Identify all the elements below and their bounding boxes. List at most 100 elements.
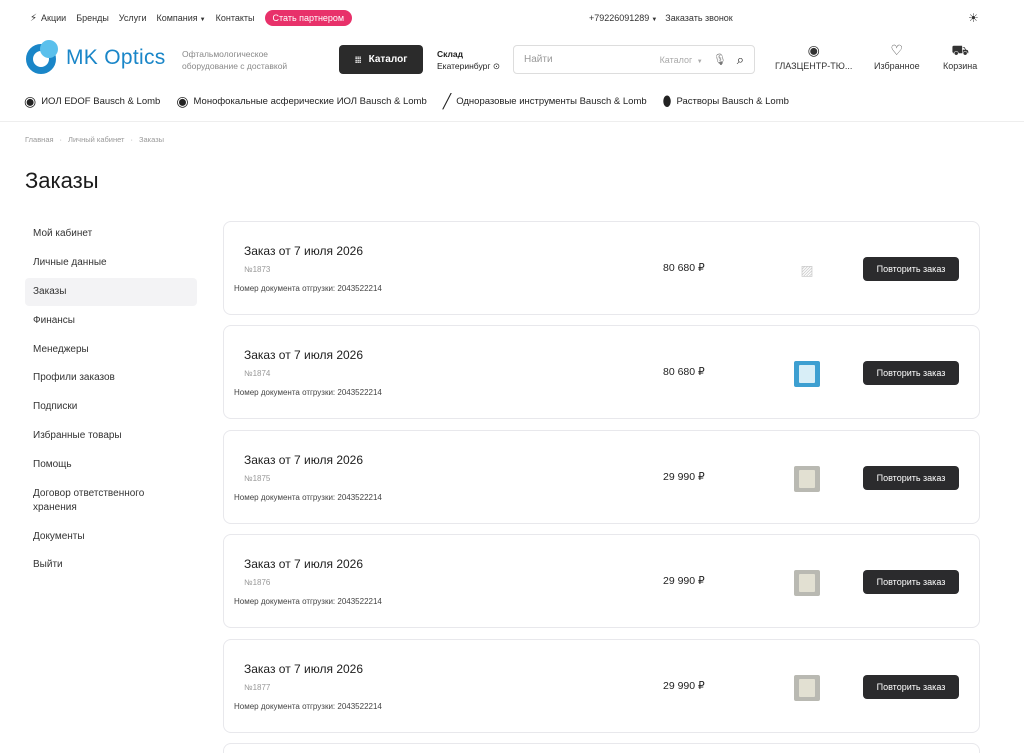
account-link[interactable]: ◉ ГЛАЗЦЕНТР-ТЮ... [775, 42, 852, 71]
theme-sun-icon[interactable]: ☀ [968, 11, 979, 25]
product-thumbnail [794, 675, 820, 701]
order-title: Заказ от 7 июля 2026 [244, 453, 364, 467]
sidebar-item-storage-contract[interactable]: Договор ответственного хранения [25, 479, 197, 522]
grid-icon: ⁞⁞⁞ [354, 54, 362, 65]
nav-services[interactable]: Услуги [119, 13, 147, 23]
order-sum: 29 990 ₽ [663, 680, 705, 692]
order-title: Заказ от 7 июля 2026 [244, 244, 364, 258]
lightning-icon: ⚡ [30, 12, 38, 24]
warehouse-city: Екатеринбург [437, 61, 491, 71]
scalpel-icon: ╱ [442, 93, 452, 109]
category-link[interactable]: ╱ Одноразовые инструменты Bausch & Lomb [443, 93, 647, 110]
order-shipment-doc: Номер документа отгрузки: 2043522214 [234, 702, 382, 711]
order-card[interactable]: Заказ от 7 июля 2026 №1874 Номер докумен… [223, 325, 980, 419]
logo-mark-icon [26, 40, 62, 76]
order-number: №1874 [244, 369, 271, 378]
search-scope-select[interactable]: Каталог ▼ [660, 55, 703, 65]
top-bar: ⚡ Акции Бренды Услуги Компания ▼ Контакты… [0, 0, 1024, 36]
order-number: №1875 [244, 474, 271, 483]
sidebar-item-orders[interactable]: Заказы [25, 277, 197, 307]
sidebar-item-logout[interactable]: Выйти [25, 551, 197, 580]
repeat-order-button[interactable]: Повторить заказ [863, 466, 959, 490]
sidebar-item-favorites[interactable]: Избранные товары [25, 422, 197, 451]
image-placeholder-icon: ▨ [800, 261, 814, 278]
search-icon[interactable]: ⌕ [737, 52, 744, 68]
order-card[interactable]: Заказ от 7 июля 2026 №1875 Номер докумен… [223, 430, 980, 524]
sidebar-item-managers[interactable]: Менеджеры [25, 335, 197, 364]
account-label: ГЛАЗЦЕНТР-ТЮ... [775, 61, 853, 71]
account-sidebar: Мой кабинет Личные данные Заказы Финансы… [25, 220, 197, 580]
order-number: №1876 [244, 578, 271, 587]
tagline: Офтальмологическое оборудование с достав… [182, 49, 288, 71]
nav-promo[interactable]: Акции [41, 13, 66, 23]
cart-label: Корзина [943, 61, 978, 71]
page-title: Заказы [25, 168, 99, 193]
breadcrumb-home[interactable]: Главная [25, 135, 54, 144]
order-title: Заказ от 7 июля 2026 [244, 557, 364, 571]
category-link[interactable]: ◉ Монофокальные асферические ИОЛ Bausch &… [176, 93, 426, 110]
product-thumbnail [794, 361, 820, 387]
callback-link[interactable]: Заказать звонок [665, 13, 732, 23]
catalog-button[interactable]: ⁞⁞⁞ Каталог [339, 45, 423, 74]
nav-company[interactable]: Компания ▼ [156, 13, 205, 23]
sidebar-item-documents[interactable]: Документы [25, 522, 197, 551]
order-sum: 29 990 ₽ [663, 471, 705, 483]
chevron-circle-icon: ⊙ [492, 61, 500, 71]
drop-icon: ⬮ [662, 93, 672, 109]
category-label: Одноразовые инструменты Bausch & Lomb [456, 96, 647, 107]
nav-brands[interactable]: Бренды [76, 13, 109, 23]
logo-text: MK Optics [66, 46, 166, 69]
search-bar[interactable]: Найти Каталог ▼ 🎙︎ ⌕ [513, 45, 755, 74]
order-sum: 29 990 ₽ [663, 575, 705, 587]
warehouse-title: Склад [437, 49, 464, 59]
category-row: ◉ ИОЛ EDOF Bausch & Lomb ◉ Монофокальные а… [24, 93, 789, 110]
nav-company-label: Компания [156, 13, 198, 23]
phone-number-text: +79226091289 [589, 13, 650, 23]
breadcrumb: Главная · Личный кабинет · Заказы [25, 135, 164, 144]
cart-icon: ⛟ [951, 42, 969, 58]
order-sum: 80 680 ₽ [663, 366, 705, 378]
eye-icon: ◉ [176, 93, 189, 109]
favorites-link[interactable]: ♡ Избранное [874, 42, 920, 71]
product-thumbnail [794, 570, 820, 596]
eye-icon: ◉ [24, 93, 37, 109]
warehouse-selector[interactable]: Склад Екатеринбург ⊙ [437, 48, 500, 72]
sidebar-item-finance[interactable]: Финансы [25, 306, 197, 335]
sidebar-item-help[interactable]: Помощь [25, 450, 197, 479]
phone-block: +79226091289 ▼ Заказать звонок [589, 13, 733, 23]
repeat-order-button[interactable]: Повторить заказ [863, 675, 959, 699]
sidebar-item-order-profiles[interactable]: Профили заказов [25, 364, 197, 393]
heart-icon: ♡ [890, 42, 904, 58]
account-icon: ◉ [807, 42, 820, 58]
microphone-icon[interactable]: 🎙︎ [713, 53, 727, 66]
category-link[interactable]: ◉ ИОЛ EDOF Bausch & Lomb [24, 93, 160, 110]
caret-down-icon: ▼ [696, 58, 703, 65]
nav-contacts[interactable]: Контакты [216, 13, 255, 23]
order-number: №1877 [244, 683, 271, 692]
sidebar-item-subscriptions[interactable]: Подписки [25, 393, 197, 422]
repeat-order-button[interactable]: Повторить заказ [863, 361, 959, 385]
category-label: Монофокальные асферические ИОЛ Bausch & … [193, 96, 427, 107]
logo[interactable]: MK Optics [26, 40, 166, 76]
sidebar-item-personal-data[interactable]: Личные данные [25, 249, 197, 278]
search-input[interactable]: Найти [524, 54, 660, 65]
order-card[interactable]: Заказ от 7 июля 2026 №1877 Номер докумен… [223, 639, 980, 733]
sidebar-item-cabinet[interactable]: Мой кабинет [25, 220, 197, 249]
category-link[interactable]: ⬮ Растворы Bausch & Lomb [663, 93, 789, 110]
phone-number[interactable]: +79226091289 ▼ [589, 13, 657, 23]
become-partner-button[interactable]: Стать партнером [264, 10, 353, 26]
order-title: Заказ от 7 июля 2026 [244, 348, 364, 362]
order-card[interactable] [223, 743, 980, 753]
order-card[interactable]: Заказ от 7 июля 2026 №1873 Номер докумен… [223, 221, 980, 315]
breadcrumb-separator: · [59, 135, 63, 144]
order-shipment-doc: Номер документа отгрузки: 2043522214 [234, 597, 382, 606]
breadcrumb-cabinet[interactable]: Личный кабинет [68, 135, 124, 144]
order-number: №1873 [244, 265, 271, 274]
cart-link[interactable]: ⛟ Корзина [943, 42, 977, 71]
caret-down-icon: ▼ [199, 17, 206, 23]
order-card[interactable]: Заказ от 7 июля 2026 №1876 Номер докумен… [223, 534, 980, 628]
repeat-order-button[interactable]: Повторить заказ [863, 257, 959, 281]
order-title: Заказ от 7 июля 2026 [244, 662, 364, 676]
repeat-order-button[interactable]: Повторить заказ [863, 570, 959, 594]
breadcrumb-separator: · [130, 135, 133, 144]
